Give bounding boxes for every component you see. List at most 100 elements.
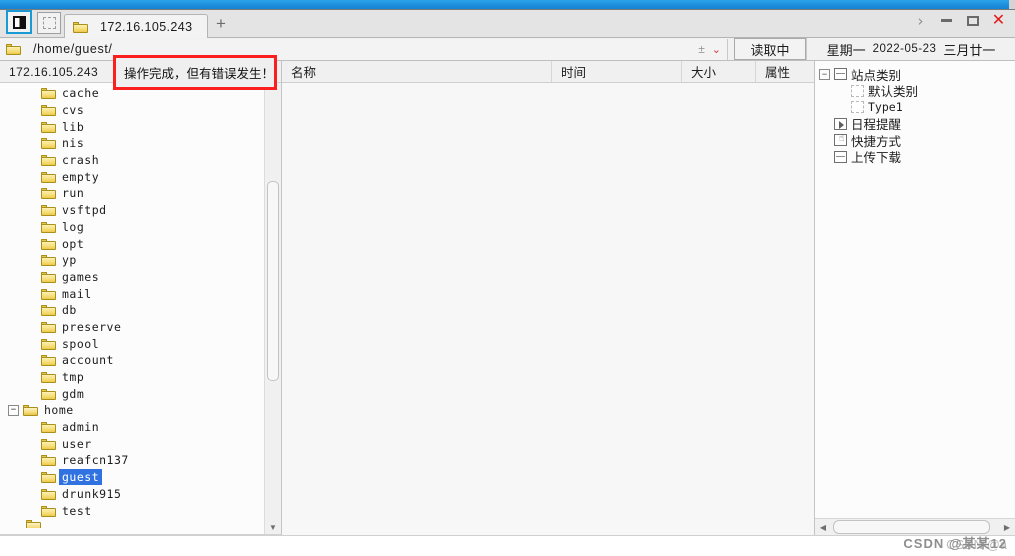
weekday-label: 星期一 bbox=[826, 42, 866, 58]
close-icon: ✕ bbox=[991, 11, 1006, 29]
folder-icon bbox=[73, 21, 88, 33]
split-pane-icon[interactable] bbox=[6, 10, 32, 34]
column-header-attributes[interactable]: 属性 bbox=[756, 61, 814, 82]
tree-item[interactable]: db bbox=[0, 302, 265, 319]
tree-item[interactable]: run bbox=[0, 185, 265, 202]
tree-item[interactable]: nis bbox=[0, 135, 265, 152]
tree-item-label: tmp bbox=[62, 370, 85, 385]
tree-item[interactable]: gdm bbox=[0, 385, 265, 402]
dotted-square-icon bbox=[851, 84, 864, 97]
tree-scrollbar-thumb[interactable] bbox=[267, 181, 279, 381]
folder-icon bbox=[41, 354, 56, 367]
dotted-square-icon[interactable] bbox=[37, 12, 61, 34]
tree-item-label: games bbox=[62, 269, 100, 284]
minimize-icon bbox=[941, 19, 952, 22]
tree-item-label: home bbox=[44, 403, 74, 418]
window-controls: › ✕ bbox=[912, 11, 1007, 30]
minimize-button[interactable] bbox=[938, 12, 955, 29]
tree-item-label: yp bbox=[62, 253, 77, 268]
folder-icon bbox=[41, 137, 56, 150]
date-label: 2022-05-23 bbox=[872, 43, 937, 55]
tree-item[interactable]: drunk915 bbox=[0, 486, 265, 503]
tree-item[interactable]: − home bbox=[0, 402, 265, 419]
site-tree-expander-collapse[interactable]: − bbox=[819, 68, 830, 80]
tree-item-partial[interactable] bbox=[0, 519, 265, 528]
site-tree-item[interactable]: − 站点类别 bbox=[819, 66, 1015, 83]
tree-item[interactable]: preserve bbox=[0, 319, 265, 336]
file-list-body[interactable] bbox=[282, 83, 814, 535]
tree-item[interactable]: games bbox=[0, 269, 265, 286]
tab-label: 172.16.105.243 bbox=[100, 19, 193, 34]
dotted-square-icon bbox=[851, 101, 864, 114]
folder-icon bbox=[23, 404, 38, 417]
titlebar-right-edge bbox=[1009, 0, 1015, 9]
tree-item-label: account bbox=[62, 353, 114, 368]
folder-icon bbox=[41, 321, 56, 333]
close-button[interactable]: ✕ bbox=[990, 12, 1007, 29]
status-strip bbox=[0, 535, 1015, 556]
path-field[interactable]: /home/guest/ ± ⌄ bbox=[0, 38, 728, 60]
tree-item[interactable]: cvs bbox=[0, 102, 265, 119]
tree-item[interactable]: opt bbox=[0, 235, 265, 252]
tree-item[interactable]: log bbox=[0, 219, 265, 236]
window-titlebar bbox=[0, 0, 1015, 10]
tree-item[interactable]: reafcn137 bbox=[0, 452, 265, 469]
tree-item[interactable]: spool bbox=[0, 335, 265, 352]
remote-tree-pane: 172.16.105.243 cache cvs lib nis crash empty r… bbox=[0, 61, 282, 535]
column-header-time[interactable]: 时间 bbox=[552, 61, 682, 82]
tree-item-label: mail bbox=[62, 286, 92, 301]
tree-item-label: guest bbox=[59, 469, 103, 486]
add-tab-button[interactable]: + bbox=[210, 13, 232, 35]
tree-expander-collapse[interactable]: − bbox=[8, 404, 19, 416]
chevron-right-glyph: › bbox=[917, 11, 924, 30]
maximize-icon bbox=[966, 15, 979, 26]
hscroll-left-arrow[interactable]: ◀ bbox=[817, 523, 829, 532]
tree-item[interactable]: guest bbox=[0, 469, 265, 486]
hscroll-thumb[interactable] bbox=[833, 520, 990, 534]
tree-vertical-scrollbar[interactable]: ▼ bbox=[264, 83, 281, 534]
tree-item[interactable]: tmp bbox=[0, 369, 265, 386]
window-icon bbox=[834, 68, 847, 81]
error-message: 操作完成，但有错误发生！ bbox=[124, 67, 275, 81]
watermark: CSDN @a CSDN @某某12 bbox=[903, 536, 1007, 552]
tree-item[interactable]: crash bbox=[0, 152, 265, 169]
column-header-name[interactable]: 名称 bbox=[282, 61, 552, 82]
read-status-button[interactable]: 读取中 bbox=[734, 38, 806, 60]
tree-item[interactable]: test bbox=[0, 502, 265, 519]
site-tree-item[interactable]: Type1 bbox=[819, 99, 1015, 116]
split-pane-glyph bbox=[12, 15, 26, 29]
folder-icon bbox=[41, 421, 56, 434]
hscroll-right-arrow[interactable]: ▶ bbox=[1001, 523, 1013, 532]
remote-directory-tree: cache cvs lib nis crash empty run vsftpd log opt y… bbox=[0, 83, 265, 534]
tree-item[interactable]: admin bbox=[0, 419, 265, 436]
tree-item[interactable]: lib bbox=[0, 118, 265, 135]
folder-icon bbox=[41, 488, 56, 500]
tree-item[interactable]: yp bbox=[0, 252, 265, 269]
dotted-square-glyph bbox=[42, 17, 56, 29]
tree-item-label: user bbox=[62, 436, 92, 451]
site-tree-item[interactable]: 快捷方式 bbox=[819, 132, 1015, 149]
site-category-pane: −站点类别默认类别Type1日程提醒快捷方式上传下载 ◀ ▶ bbox=[815, 61, 1015, 535]
folder-icon bbox=[41, 121, 56, 133]
tree-item[interactable]: mail bbox=[0, 285, 265, 302]
folder-icon bbox=[26, 519, 41, 528]
plus-minus-icon[interactable]: ± bbox=[698, 42, 705, 56]
tree-item[interactable]: empty bbox=[0, 168, 265, 185]
expand-chevron-icon[interactable]: › bbox=[912, 11, 929, 30]
tab-site-172-16-105-243[interactable]: 172.16.105.243 bbox=[64, 14, 208, 38]
maximize-button[interactable] bbox=[964, 12, 981, 29]
site-tree-item[interactable]: 上传下载 bbox=[819, 149, 1015, 165]
hand-icon bbox=[834, 134, 847, 147]
tree-item[interactable]: account bbox=[0, 352, 265, 369]
folder-icon bbox=[41, 87, 56, 100]
window-icon bbox=[834, 150, 847, 163]
tree-item[interactable]: vsftpd bbox=[0, 202, 265, 219]
tree-item[interactable]: user bbox=[0, 435, 265, 452]
folder-icon bbox=[41, 204, 56, 217]
chevron-down-icon[interactable]: ⌄ bbox=[712, 43, 721, 56]
site-tree-item[interactable]: 默认类别 bbox=[819, 83, 1015, 99]
tree-scroll-down-arrow[interactable]: ▼ bbox=[265, 523, 281, 532]
site-tree-item[interactable]: 日程提醒 bbox=[819, 116, 1015, 132]
path-text: /home/guest/ bbox=[33, 42, 113, 56]
column-header-size[interactable]: 大小 bbox=[682, 61, 756, 82]
